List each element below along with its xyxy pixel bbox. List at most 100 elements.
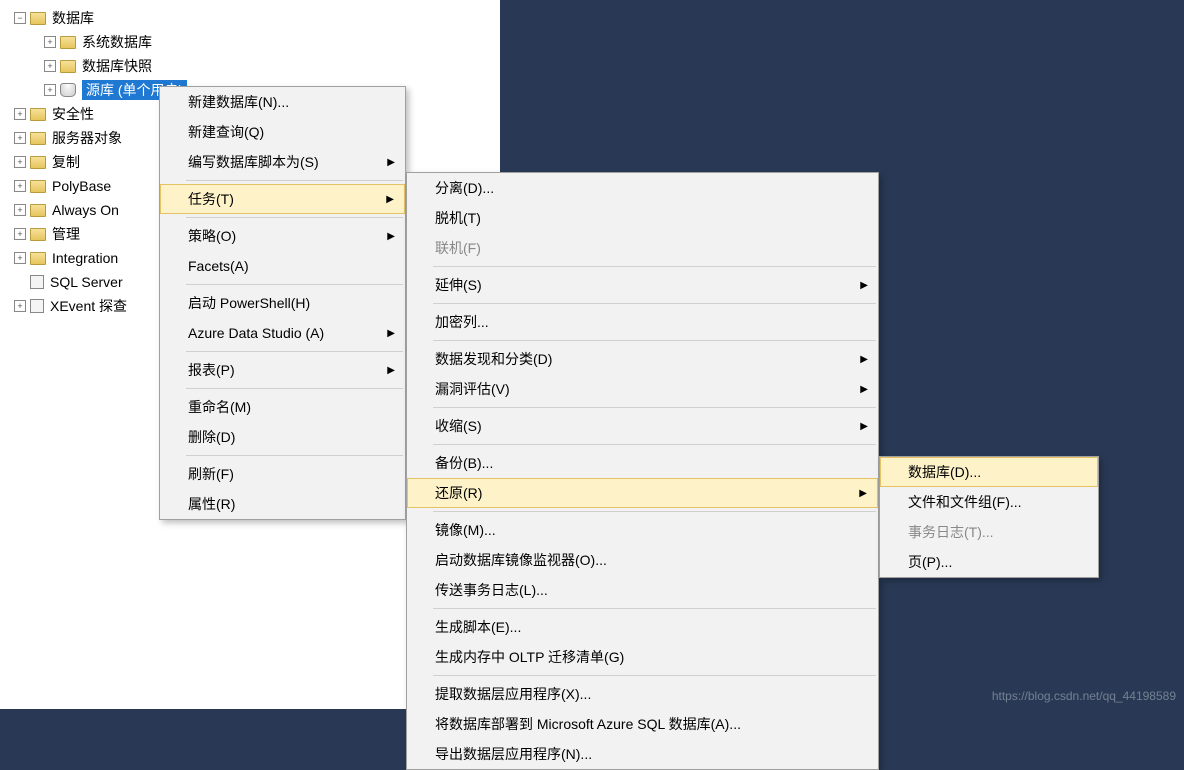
menu-item[interactable]: 刷新(F) xyxy=(160,459,405,489)
tree-label: Always On xyxy=(52,202,119,218)
menu-item-label: 漏洞评估(V) xyxy=(435,379,510,399)
expander-icon[interactable]: + xyxy=(14,132,26,144)
submenu-restore[interactable]: 数据库(D)...文件和文件组(F)...事务日志(T)...页(P)... xyxy=(879,456,1099,578)
folder-icon xyxy=(30,108,46,121)
menu-item: 联机(F) xyxy=(407,233,878,263)
tree-root-databases[interactable]: − 数据库 xyxy=(0,6,500,30)
tree-label: XEvent 探查 xyxy=(50,296,127,316)
menu-item-label: 导出数据层应用程序(N)... xyxy=(435,744,592,764)
menu-item-label: 启动数据库镜像监视器(O)... xyxy=(435,550,607,570)
expander-icon[interactable]: − xyxy=(14,12,26,24)
expander-icon[interactable]: + xyxy=(14,300,26,312)
submenu-arrow-icon: ▶ xyxy=(859,488,867,499)
node-icon xyxy=(30,299,44,313)
menu-item-label: 生成脚本(E)... xyxy=(435,617,521,637)
context-menu-database[interactable]: 新建数据库(N)...新建查询(Q)编写数据库脚本为(S)▶任务(T)▶策略(O… xyxy=(159,86,406,520)
menu-item[interactable]: 新建查询(Q) xyxy=(160,117,405,147)
menu-item-label: 分离(D)... xyxy=(435,178,494,198)
menu-item[interactable]: 属性(R) xyxy=(160,489,405,519)
folder-icon xyxy=(60,60,76,73)
submenu-arrow-icon: ▶ xyxy=(860,280,868,291)
expander-icon[interactable]: + xyxy=(14,228,26,240)
menu-item-label: 数据发现和分类(D) xyxy=(435,349,552,369)
menu-item-label: 数据库(D)... xyxy=(908,462,981,482)
tree-label: 数据库 xyxy=(52,8,94,28)
menu-item-label: 策略(O) xyxy=(188,226,236,246)
submenu-arrow-icon: ▶ xyxy=(387,365,395,376)
menu-item[interactable]: 收缩(S)▶ xyxy=(407,411,878,441)
expander-icon[interactable]: + xyxy=(44,84,56,96)
submenu-arrow-icon: ▶ xyxy=(860,354,868,365)
folder-icon xyxy=(30,12,46,25)
menu-item-label: 脱机(T) xyxy=(435,208,481,228)
tree-item[interactable]: + 系统数据库 xyxy=(0,30,500,54)
menu-item[interactable]: 加密列... xyxy=(407,307,878,337)
tree-label: 系统数据库 xyxy=(82,32,152,52)
menu-item-label: 加密列... xyxy=(435,312,489,332)
menu-item[interactable]: 编写数据库脚本为(S)▶ xyxy=(160,147,405,177)
menu-item-label: 收缩(S) xyxy=(435,416,482,436)
menu-item-label: 提取数据层应用程序(X)... xyxy=(435,684,591,704)
menu-item[interactable]: 策略(O) ▶ xyxy=(160,221,405,251)
tree-item[interactable]: + 数据库快照 xyxy=(0,54,500,78)
menu-item[interactable]: 分离(D)... xyxy=(407,173,878,203)
menu-item[interactable]: 页(P)... xyxy=(880,547,1098,577)
menu-separator xyxy=(186,284,403,285)
menu-item[interactable]: 启动 PowerShell(H) xyxy=(160,288,405,318)
expander-icon[interactable]: + xyxy=(44,36,56,48)
menu-item-label: 文件和文件组(F)... xyxy=(908,492,1022,512)
menu-item[interactable]: 将数据库部署到 Microsoft Azure SQL 数据库(A)... xyxy=(407,709,878,739)
menu-separator xyxy=(186,388,403,389)
menu-item[interactable]: 导出数据层应用程序(N)... xyxy=(407,739,878,769)
watermark: https://blog.csdn.net/qq_44198589 xyxy=(992,689,1176,703)
menu-item-label: Azure Data Studio (A) xyxy=(188,325,324,341)
menu-item[interactable]: 生成脚本(E)... xyxy=(407,612,878,642)
menu-item[interactable]: 报表(P) ▶ xyxy=(160,355,405,385)
menu-item[interactable]: 备份(B)... xyxy=(407,448,878,478)
menu-item-label: 任务(T) xyxy=(188,189,234,209)
menu-item[interactable]: 提取数据层应用程序(X)... xyxy=(407,679,878,709)
menu-item[interactable]: 传送事务日志(L)... xyxy=(407,575,878,605)
folder-icon xyxy=(30,252,46,265)
menu-item-label: 报表(P) xyxy=(188,360,235,380)
menu-item-label: 新建数据库(N)... xyxy=(188,92,289,112)
menu-separator xyxy=(186,217,403,218)
menu-item[interactable]: 数据发现和分类(D) ▶ xyxy=(407,344,878,374)
submenu-arrow-icon: ▶ xyxy=(387,231,395,242)
tree-label: 数据库快照 xyxy=(82,56,152,76)
menu-item[interactable]: 延伸(S)▶ xyxy=(407,270,878,300)
tree-label: PolyBase xyxy=(52,178,111,194)
menu-separator xyxy=(433,511,876,512)
menu-item-label: 编写数据库脚本为(S) xyxy=(188,152,319,172)
expander-icon[interactable]: + xyxy=(14,252,26,264)
menu-item[interactable]: 文件和文件组(F)... xyxy=(880,487,1098,517)
menu-item[interactable]: 数据库(D)... xyxy=(880,457,1098,487)
tree-label: 复制 xyxy=(52,152,80,172)
menu-item[interactable]: Facets(A) xyxy=(160,251,405,281)
menu-item[interactable]: 任务(T) ▶ xyxy=(160,184,405,214)
submenu-tasks[interactable]: 分离(D)... 脱机(T) 联机(F) 延伸(S)▶ 加密列... 数据发现和分类(D)… xyxy=(406,172,879,770)
expander-icon[interactable]: + xyxy=(14,108,26,120)
menu-item[interactable]: 镜像(M)... xyxy=(407,515,878,545)
menu-item[interactable]: 启动数据库镜像监视器(O)... xyxy=(407,545,878,575)
expander-icon[interactable]: + xyxy=(14,204,26,216)
menu-item[interactable]: Azure Data Studio (A)▶ xyxy=(160,318,405,348)
folder-icon xyxy=(30,132,46,145)
database-icon xyxy=(60,83,76,97)
menu-item[interactable]: 漏洞评估(V)▶ xyxy=(407,374,878,404)
menu-item-label: 刷新(F) xyxy=(188,464,234,484)
menu-item[interactable]: 生成内存中 OLTP 迁移清单(G) xyxy=(407,642,878,672)
submenu-arrow-icon: ▶ xyxy=(386,194,394,205)
menu-item[interactable]: 脱机(T) xyxy=(407,203,878,233)
expander-icon[interactable]: + xyxy=(44,60,56,72)
menu-separator xyxy=(433,303,876,304)
menu-separator xyxy=(433,675,876,676)
menu-item-label: 还原(R) xyxy=(435,483,482,503)
expander-icon[interactable]: + xyxy=(14,156,26,168)
menu-item[interactable]: 重命名(M) xyxy=(160,392,405,422)
expander-icon[interactable]: + xyxy=(14,180,26,192)
menu-item[interactable]: 删除(D) xyxy=(160,422,405,452)
menu-item[interactable]: 还原(R) ▶ xyxy=(407,478,878,508)
menu-item[interactable]: 新建数据库(N)... xyxy=(160,87,405,117)
menu-item-label: 传送事务日志(L)... xyxy=(435,580,548,600)
